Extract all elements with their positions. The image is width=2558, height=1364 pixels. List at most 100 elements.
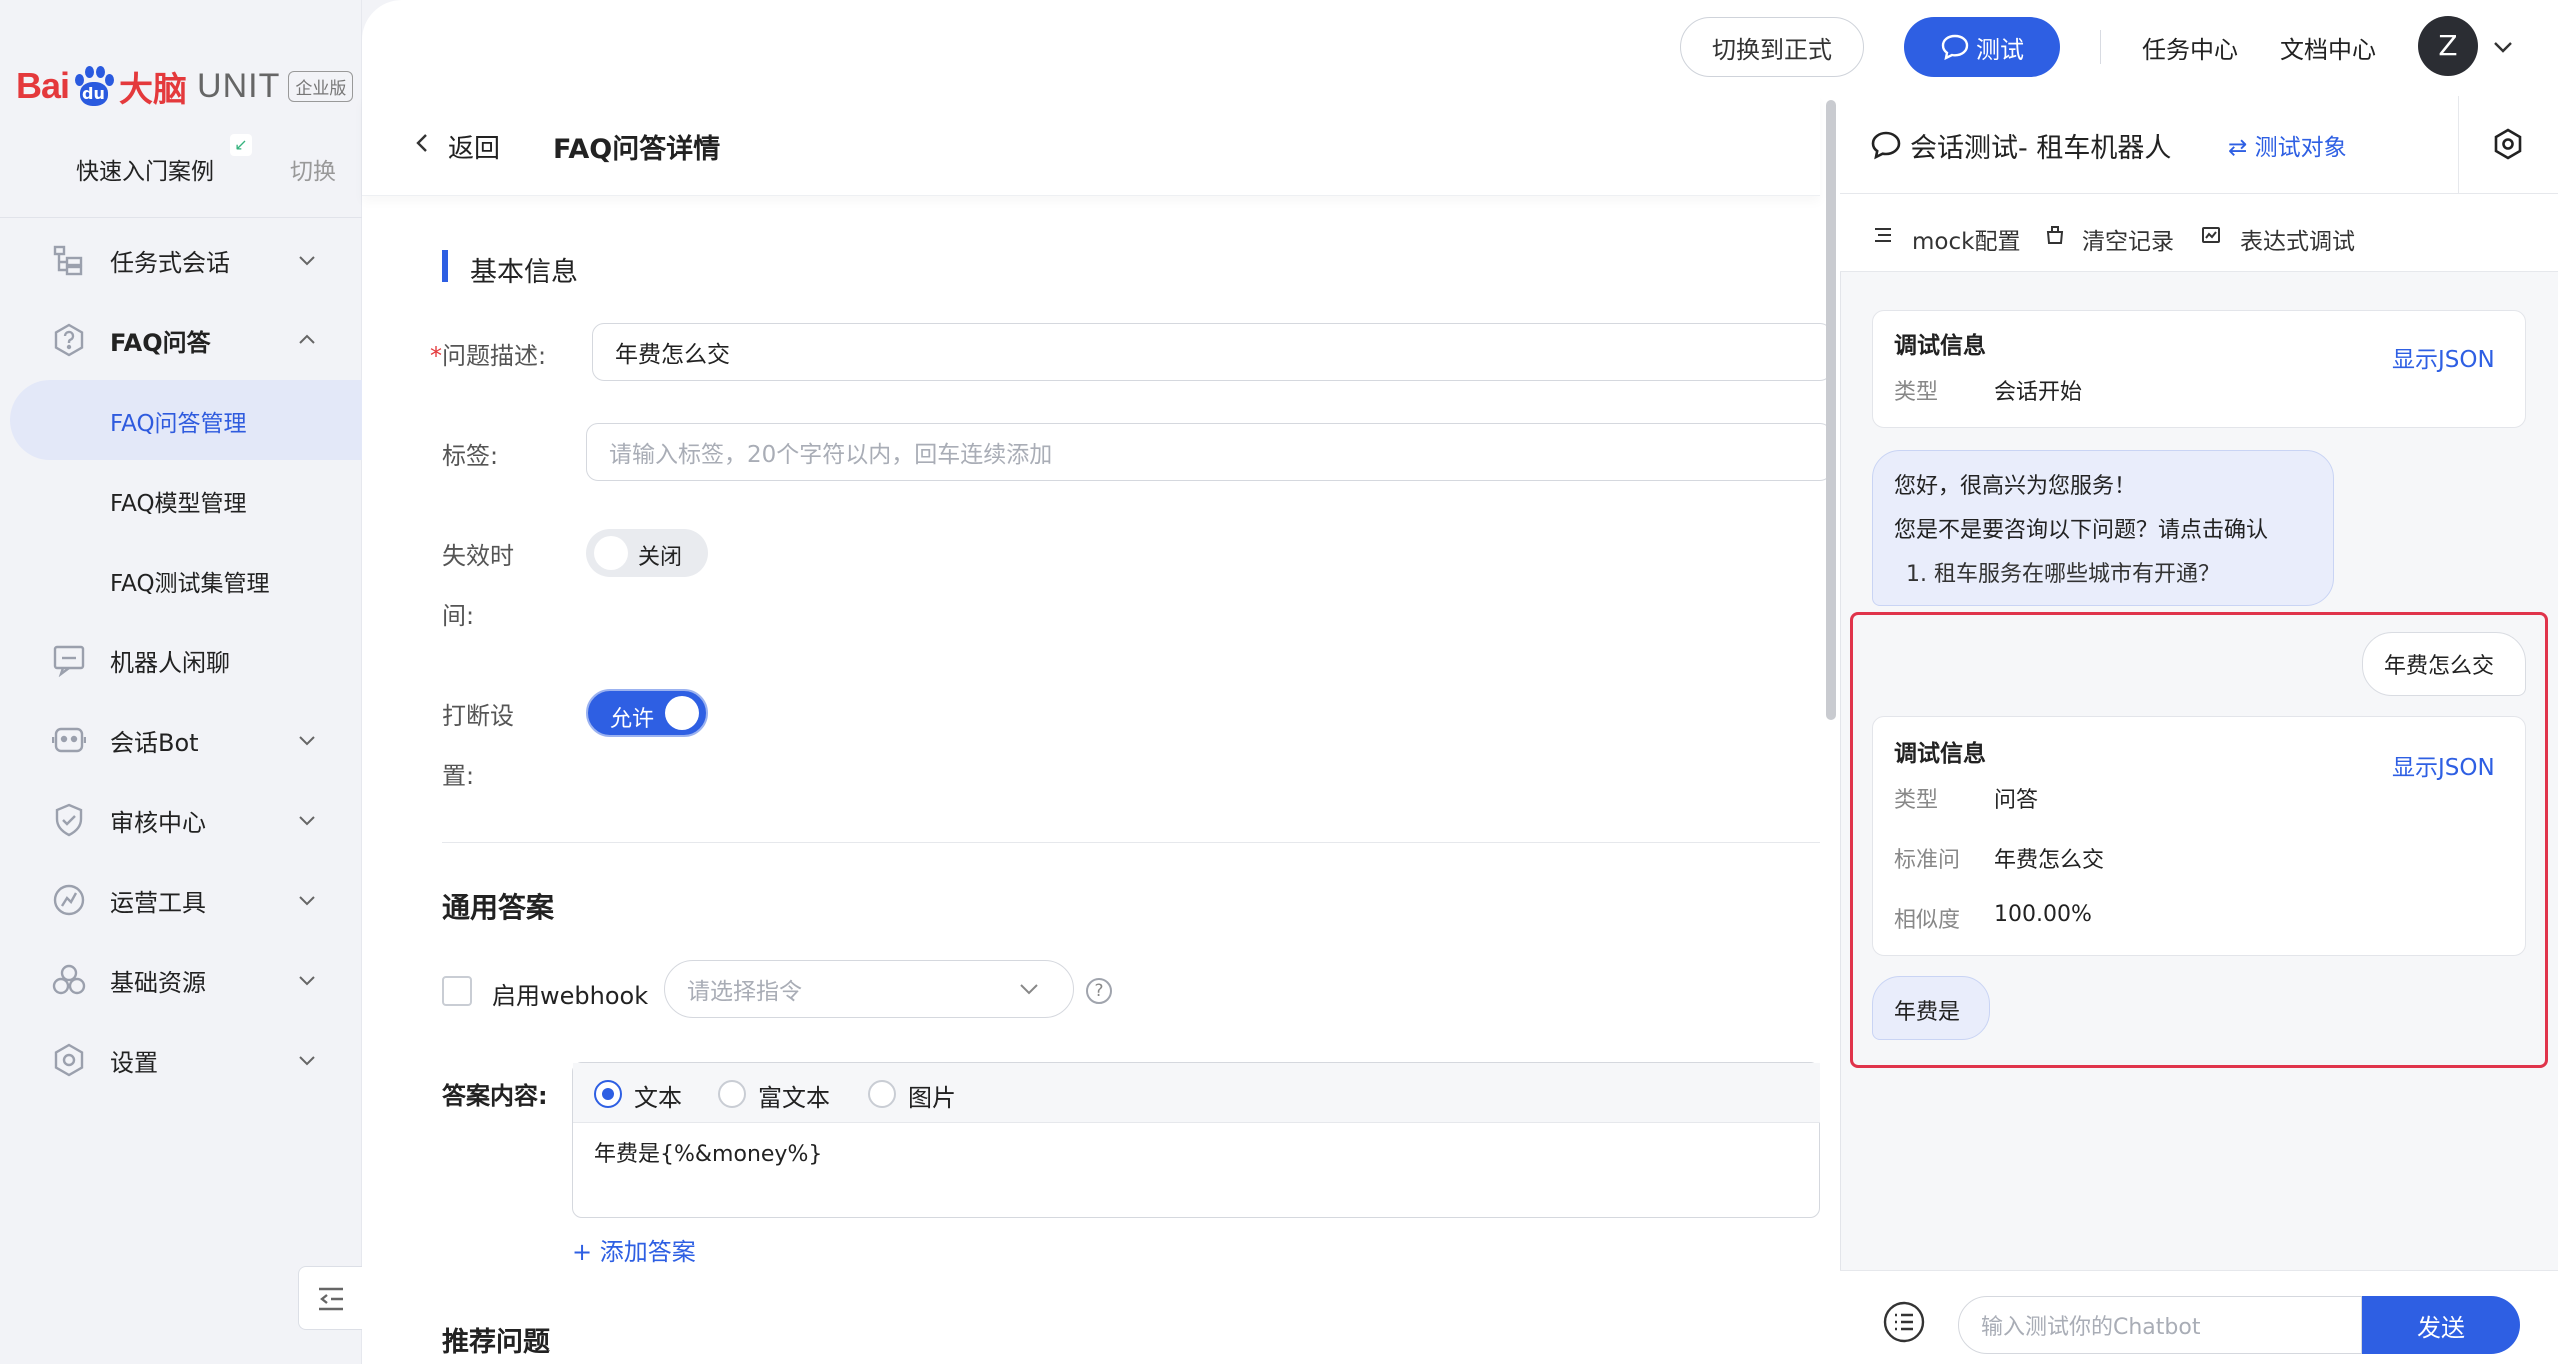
quick-start-case[interactable]: 快速入门案例 bbox=[76, 152, 214, 186]
test-button[interactable]: 测试 bbox=[1904, 17, 2060, 77]
test-target-link[interactable]: ⇄ 测试对象 bbox=[2228, 128, 2347, 162]
recommend-questions-heading: 推荐问题 bbox=[442, 1327, 550, 1358]
sidebar-item-task-dialog[interactable]: 任务式会话 bbox=[0, 220, 362, 300]
top-bar-corner bbox=[362, 0, 402, 40]
page-title: FAQ问答详情 bbox=[553, 134, 721, 165]
section-accent-bar bbox=[442, 250, 448, 282]
general-answer-heading: 通用答案 bbox=[442, 891, 555, 924]
chitchat-icon bbox=[52, 643, 86, 678]
show-json-link[interactable]: 显示JSON bbox=[2392, 340, 2495, 374]
logo-du-text: du bbox=[82, 84, 105, 103]
expire-label: 失效时 bbox=[442, 542, 514, 570]
toggle-knob bbox=[594, 536, 628, 570]
webhook-checkbox[interactable] bbox=[442, 976, 472, 1006]
sidebar-subitem-label: FAQ问答管理 bbox=[110, 411, 247, 437]
top-separator bbox=[2100, 30, 2101, 64]
collapse-icon bbox=[319, 1287, 343, 1311]
expression-debug-button[interactable]: 表达式调试 bbox=[2240, 222, 2355, 256]
tags-input[interactable]: 请输入标签，20个字符以内，回车连续添加 bbox=[586, 423, 1832, 481]
sidebar-item-label: 运营工具 bbox=[110, 888, 206, 917]
bot-icon bbox=[51, 723, 87, 757]
resources-icon bbox=[52, 963, 86, 997]
debug-val-similarity: 100.00% bbox=[1994, 902, 2092, 927]
suggested-question-link[interactable]: 1. 租车服务在哪些城市有开通？ bbox=[1906, 556, 2220, 588]
toggle-knob bbox=[665, 696, 699, 730]
back-link[interactable]: 返回 bbox=[448, 128, 500, 165]
test-button-label: 测试 bbox=[1976, 35, 2024, 64]
sidebar-subitem-faq-manage[interactable]: FAQ问答管理 bbox=[10, 380, 362, 460]
sidebar-item-chitchat[interactable]: 机器人闲聊 bbox=[0, 620, 362, 700]
sidebar-item-faq[interactable]: FAQ问答 bbox=[0, 300, 362, 380]
chevron-down-icon bbox=[296, 1049, 318, 1071]
switch-link[interactable]: 切换 bbox=[290, 152, 336, 186]
sidebar-item-label: 机器人闲聊 bbox=[110, 648, 230, 677]
chevron-down-icon[interactable] bbox=[2490, 34, 2516, 60]
expire-toggle[interactable]: 关闭 bbox=[586, 529, 708, 577]
sidebar-subitem-faq-testset[interactable]: FAQ测试集管理 bbox=[0, 540, 362, 620]
expire-label-cont: 间: bbox=[442, 602, 475, 630]
answer-type-image-radio[interactable] bbox=[868, 1080, 896, 1108]
debug-key-type: 类型 bbox=[1894, 788, 1939, 813]
bot-message-line: 您是不是要咨询以下问题？请点击确认 bbox=[1894, 518, 2269, 543]
doc-center-link[interactable]: 文档中心 bbox=[2280, 30, 2376, 65]
question-input[interactable]: 年费怎么交 bbox=[592, 323, 1832, 381]
chevron-down-icon bbox=[296, 969, 318, 991]
chevron-down-icon bbox=[296, 809, 318, 831]
question-label: *问题描述: bbox=[430, 342, 547, 370]
debug-val-type: 会话开始 bbox=[1994, 380, 2083, 405]
bot-reply-text: 年费是 bbox=[1894, 1000, 1961, 1025]
help-icon[interactable]: ? bbox=[1086, 978, 1112, 1004]
list-menu-icon[interactable] bbox=[1882, 1300, 1926, 1344]
chevron-left-icon[interactable] bbox=[410, 128, 434, 158]
arrow-badge-icon: ↙ bbox=[230, 134, 252, 156]
task-center-link[interactable]: 任务中心 bbox=[2142, 30, 2238, 65]
collapse-sidebar-button[interactable] bbox=[298, 1266, 362, 1330]
chevron-down-icon bbox=[1016, 976, 1042, 1002]
debug-key-similarity: 相似度 bbox=[1894, 908, 1961, 933]
sidebar-item-review[interactable]: 审核中心 bbox=[0, 780, 362, 860]
sidebar-item-bot[interactable]: 会话Bot bbox=[0, 700, 362, 780]
section-divider bbox=[442, 842, 1820, 843]
toggle-label: 关闭 bbox=[638, 545, 683, 570]
sidebar-subitem-label: FAQ模型管理 bbox=[110, 491, 247, 517]
send-button[interactable]: 发送 bbox=[2362, 1296, 2520, 1354]
chat-header-separator bbox=[2458, 96, 2459, 194]
interrupt-toggle[interactable]: 允许 bbox=[586, 689, 708, 737]
answer-content-label: 答案内容: bbox=[442, 1082, 548, 1110]
answer-type-label: 文本 bbox=[634, 1084, 682, 1112]
toggle-label: 允许 bbox=[610, 707, 655, 732]
add-answer-link[interactable]: + 添加答案 bbox=[572, 1232, 696, 1267]
switch-to-production-button[interactable]: 切换到正式 bbox=[1680, 17, 1864, 77]
mock-config-button[interactable]: mock配置 bbox=[1912, 222, 2020, 256]
answer-text[interactable]: 年费是{%&money%} bbox=[594, 1136, 822, 1168]
debug-val-type: 问答 bbox=[1994, 788, 2039, 813]
command-select[interactable]: 请选择指令 bbox=[664, 960, 1074, 1018]
webhook-label: 启用webhook bbox=[492, 982, 649, 1010]
debug-info-title: 调试信息 bbox=[1894, 741, 1986, 767]
user-avatar[interactable]: Z bbox=[2418, 16, 2478, 76]
settings-icon[interactable] bbox=[2490, 126, 2526, 162]
settings-hex-icon bbox=[52, 1043, 86, 1077]
sidebar-item-label: 任务式会话 bbox=[110, 248, 230, 277]
chevron-down-icon bbox=[296, 249, 318, 271]
baidu-unit-logo[interactable]: Bai du 大脑 UNIT 企业版 bbox=[16, 56, 354, 116]
logo-bai-text: Bai bbox=[16, 65, 70, 106]
sidebar-subitem-faq-model[interactable]: FAQ模型管理 bbox=[0, 460, 362, 540]
sidebar-item-resources[interactable]: 基础资源 bbox=[0, 940, 362, 1020]
chevron-down-icon bbox=[296, 729, 318, 751]
sidebar-item-label: 会话Bot bbox=[110, 728, 199, 757]
clear-record-button[interactable]: 清空记录 bbox=[2082, 222, 2174, 256]
baidu-paw-icon: du bbox=[71, 64, 115, 108]
sidebar-item-label: 设置 bbox=[110, 1048, 158, 1077]
interrupt-label-cont: 置: bbox=[442, 762, 475, 790]
sidebar-item-settings[interactable]: 设置 bbox=[0, 1020, 362, 1100]
show-json-link[interactable]: 显示JSON bbox=[2392, 748, 2495, 782]
sidebar-item-ops-tools[interactable]: 运营工具 bbox=[0, 860, 362, 940]
main-scrollbar-thumb[interactable] bbox=[1826, 100, 1836, 720]
clear-record-icon bbox=[2044, 224, 2066, 246]
answer-type-richtext-radio[interactable] bbox=[718, 1080, 746, 1108]
answer-type-text-radio[interactable] bbox=[594, 1080, 622, 1108]
chat-input[interactable]: 输入测试你的Chatbot bbox=[1958, 1296, 2362, 1354]
basic-info-heading: 基本信息 bbox=[470, 257, 578, 288]
expression-debug-icon bbox=[2200, 224, 2222, 246]
